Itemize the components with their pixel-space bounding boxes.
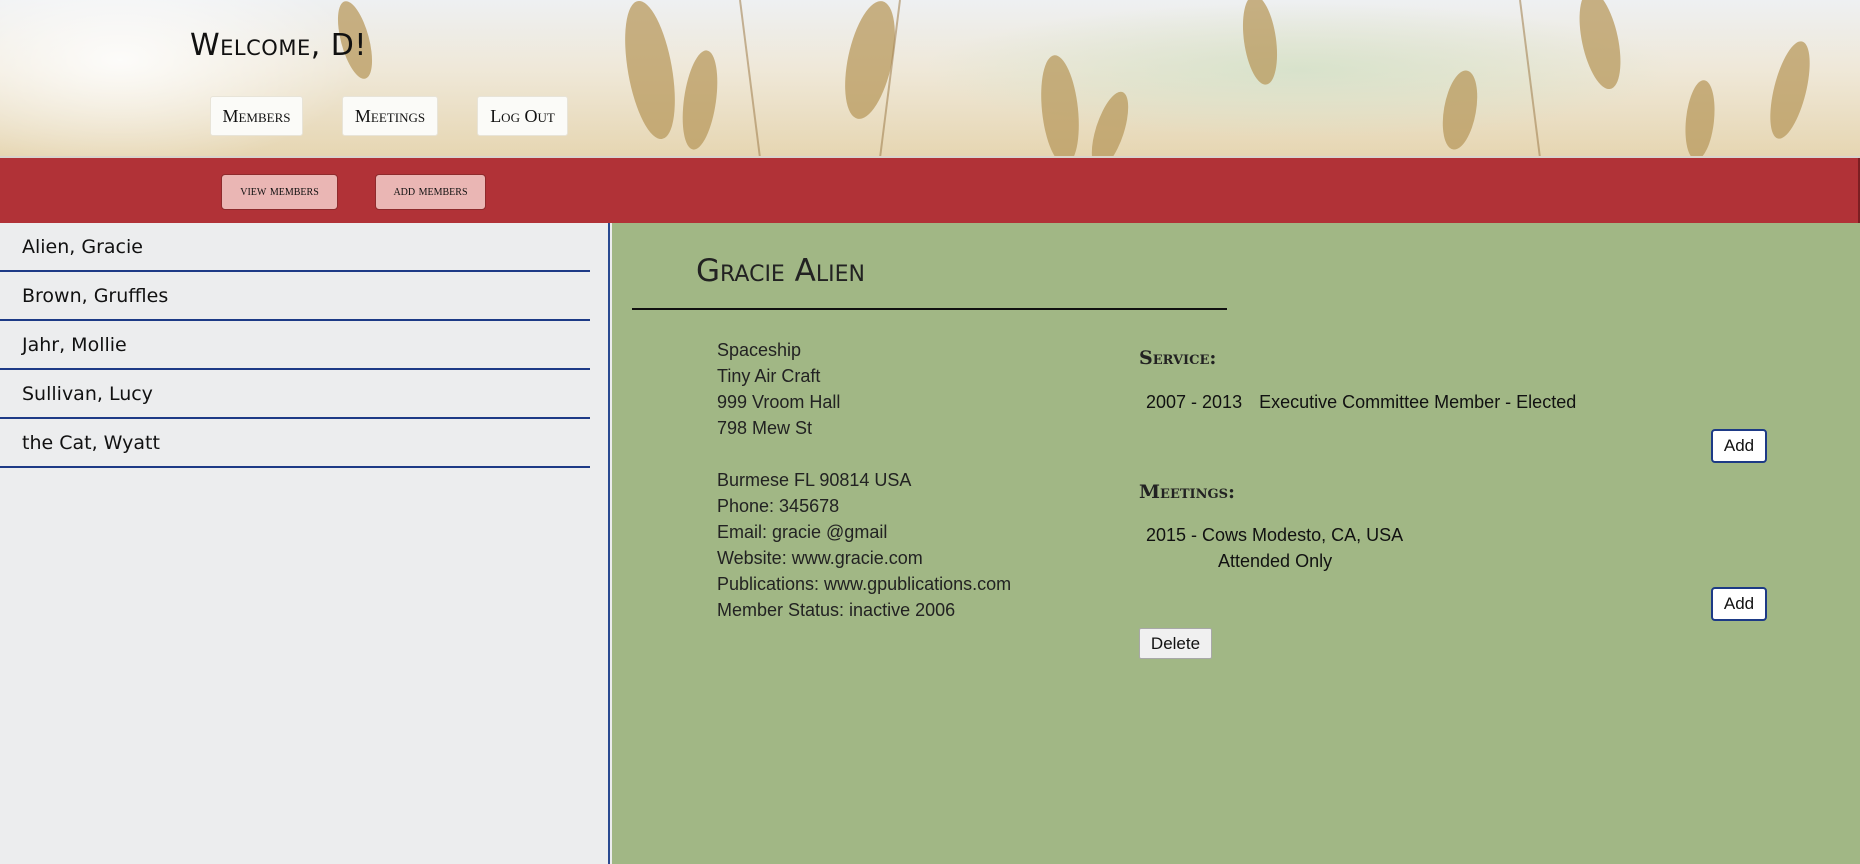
member-contact-info: Spaceship Tiny Air Craft 999 Vroom Hall … — [717, 337, 1011, 623]
address-line: Spaceship — [717, 340, 802, 360]
add-members-button[interactable]: add members — [375, 174, 486, 210]
member-list-item[interactable]: Sullivan, Lucy — [0, 370, 590, 419]
address-line: 999 Vroom Hall — [717, 392, 841, 412]
delete-member-button[interactable]: Delete — [1139, 628, 1212, 659]
email-text: Email: gracie @gmail — [717, 522, 888, 542]
welcome-heading: Welcome, D! — [190, 28, 367, 63]
view-members-button[interactable]: view members — [221, 174, 338, 210]
service-entry: 2007 - 2013 Executive Committee Member -… — [1146, 392, 1576, 413]
member-detail-panel: Gracie Alien Spaceship Tiny Air Craft 99… — [612, 223, 1860, 864]
member-list-item[interactable]: Alien, Gracie — [0, 223, 590, 272]
meeting-entry: 2015 - Cows Modesto, CA, USA — [1146, 525, 1404, 545]
website-text: Website: www.gracie.com — [717, 548, 923, 568]
header-banner: Welcome, D! Members Meetings Log Out — [0, 0, 1860, 158]
service-years: 2007 - 2013 — [1146, 392, 1243, 412]
member-list-item[interactable]: Jahr, Mollie — [0, 321, 590, 370]
add-meeting-button[interactable]: Add — [1711, 587, 1767, 621]
city-line: Burmese FL 90814 USA — [717, 470, 912, 490]
address-line: 798 Mew St — [717, 418, 813, 438]
member-list-item[interactable]: the Cat, Wyatt — [0, 419, 590, 468]
meetings-heading: Meetings: — [1139, 481, 1235, 503]
address-line: Tiny Air Craft — [717, 366, 821, 386]
members-subnav: view members add members — [0, 158, 1860, 223]
service-role: Executive Committee Member - Elected — [1259, 392, 1577, 412]
member-status-text: Member Status: inactive 2006 — [717, 600, 956, 620]
nav-meetings-button[interactable]: Meetings — [342, 96, 438, 136]
phone-text: Phone: 345678 — [717, 496, 840, 516]
member-list-sidebar: Alien, Gracie Brown, Gruffles Jahr, Moll… — [0, 223, 610, 864]
heading-divider — [632, 308, 1227, 310]
member-list-item[interactable]: Brown, Gruffles — [0, 272, 590, 321]
meeting-attendance: Attended Only — [1218, 551, 1333, 571]
service-heading: Service: — [1139, 347, 1217, 369]
logout-button[interactable]: Log Out — [477, 96, 568, 136]
nav-members-button[interactable]: Members — [210, 96, 303, 136]
add-service-button[interactable]: Add — [1711, 429, 1767, 463]
publications-text: Publications: www.gpublications.com — [717, 574, 1012, 594]
member-name-heading: Gracie Alien — [696, 253, 865, 289]
